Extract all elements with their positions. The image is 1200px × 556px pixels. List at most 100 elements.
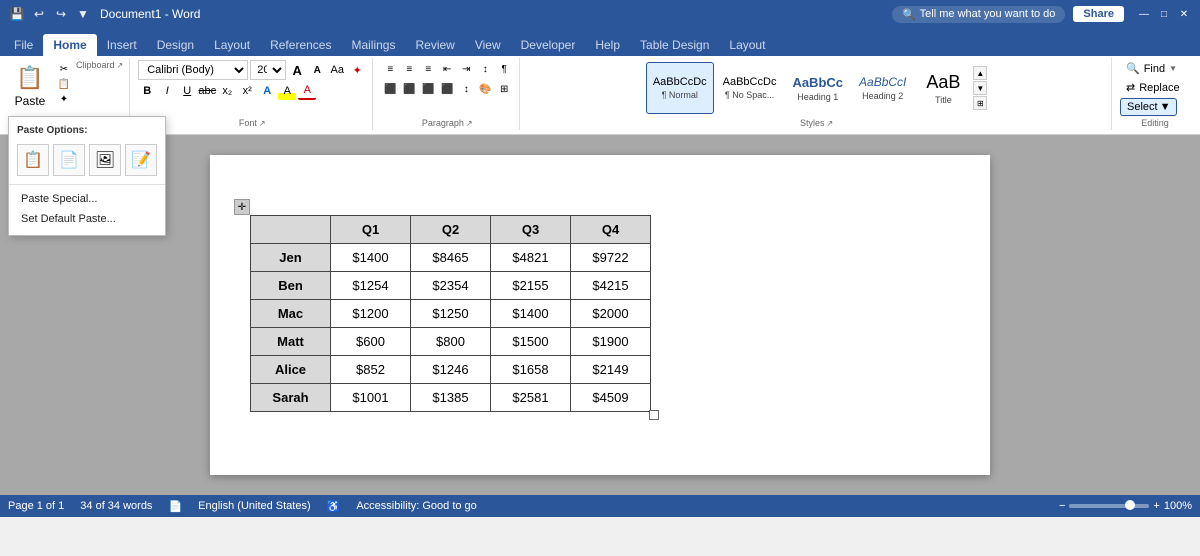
- zoom-slider[interactable]: [1069, 504, 1149, 508]
- style-title[interactable]: AaB Title: [915, 62, 971, 114]
- tab-help[interactable]: Help: [585, 34, 630, 56]
- document-area: ✛ Q1 Q2 Q3 Q4 Jen$1400$8465$4821$9722Ben…: [0, 135, 1200, 495]
- italic-button[interactable]: I: [158, 82, 176, 100]
- styles-expand[interactable]: ⊞: [973, 96, 987, 110]
- tab-file[interactable]: File: [4, 34, 43, 56]
- share-button[interactable]: Share: [1073, 6, 1124, 22]
- paste-option-merge[interactable]: 📄: [53, 144, 85, 176]
- show-marks-button[interactable]: ¶: [495, 60, 513, 78]
- font-color-button[interactable]: A: [298, 82, 316, 100]
- table-move-handle[interactable]: ✛: [234, 199, 250, 215]
- style-no-spacing[interactable]: AaBbCcDc ¶ No Spac...: [716, 62, 784, 114]
- table-cell-q2: $1385: [411, 384, 491, 412]
- numbering-button[interactable]: ≡: [400, 60, 418, 78]
- style-normal[interactable]: AaBbCcDc ¶ Normal: [646, 62, 714, 114]
- accessibility-status: Accessibility: Good to go: [356, 500, 476, 512]
- subscript-button[interactable]: x₂: [218, 82, 236, 100]
- font-size-select[interactable]: 20: [250, 60, 286, 80]
- tab-review[interactable]: Review: [405, 34, 464, 56]
- style-heading1[interactable]: AaBbCc Heading 1: [785, 62, 850, 114]
- find-button[interactable]: 🔍 Find ▼: [1120, 60, 1190, 77]
- tell-me-input[interactable]: 🔍 Tell me what you want to do: [892, 6, 1065, 23]
- tab-layout[interactable]: Layout: [204, 34, 260, 56]
- style-heading2[interactable]: AaBbCcI Heading 2: [852, 62, 913, 114]
- justify-button[interactable]: ⬛: [438, 80, 456, 98]
- word-count: 34 of 34 words: [80, 500, 152, 512]
- tab-view[interactable]: View: [465, 34, 511, 56]
- bold-button[interactable]: B: [138, 82, 156, 100]
- bullets-button[interactable]: ≡: [381, 60, 399, 78]
- align-right-button[interactable]: ⬛: [419, 80, 437, 98]
- paste-button[interactable]: 📋 Paste: [8, 60, 52, 110]
- tab-insert[interactable]: Insert: [97, 34, 147, 56]
- change-case-button[interactable]: Aa: [328, 61, 346, 79]
- paste-special-item[interactable]: Paste Special...: [9, 189, 165, 209]
- clear-format-button[interactable]: ✦: [348, 61, 366, 79]
- proofing-icon: 📄: [168, 500, 182, 513]
- font-expand[interactable]: ↗: [259, 119, 266, 128]
- clipboard-expand[interactable]: ↗: [117, 61, 124, 70]
- shading-button[interactable]: 🎨: [476, 80, 494, 98]
- table-cell-q1: $1400: [331, 244, 411, 272]
- strikethrough-button[interactable]: abc: [198, 82, 216, 100]
- replace-button[interactable]: ⇄ Replace: [1120, 79, 1190, 96]
- table-cell-name: Mac: [251, 300, 331, 328]
- paste-option-text-only[interactable]: 📝: [125, 144, 157, 176]
- borders-button[interactable]: ⊞: [495, 80, 513, 98]
- redo-button[interactable]: ↪: [52, 5, 70, 23]
- table-resize-handle[interactable]: [649, 410, 659, 420]
- paste-option-keep-source[interactable]: 📋: [17, 144, 49, 176]
- style-heading2-label: Heading 2: [862, 91, 903, 101]
- sort-button[interactable]: ↕: [476, 60, 494, 78]
- styles-scroll-up[interactable]: ▲: [973, 66, 987, 80]
- minimize-button[interactable]: —: [1136, 6, 1152, 22]
- decrease-indent-button[interactable]: ⇤: [438, 60, 456, 78]
- tab-table-design[interactable]: Table Design: [630, 34, 719, 56]
- shrink-font-button[interactable]: A: [308, 61, 326, 79]
- copy-button[interactable]: 📋: [54, 77, 74, 91]
- table-cell-q4: $9722: [571, 244, 651, 272]
- grow-font-button[interactable]: A: [288, 61, 306, 79]
- save-button[interactable]: 💾: [8, 5, 26, 23]
- style-heading1-label: Heading 1: [797, 92, 838, 102]
- multilevel-button[interactable]: ≡: [419, 60, 437, 78]
- text-effects-button[interactable]: A: [258, 82, 276, 100]
- increase-indent-button[interactable]: ⇥: [457, 60, 475, 78]
- close-button[interactable]: ✕: [1176, 6, 1192, 22]
- font-row-1: Calibri (Body) 20 A A Aa ✦: [138, 60, 366, 80]
- tab-home[interactable]: Home: [43, 34, 96, 56]
- table-cell-name: Matt: [251, 328, 331, 356]
- align-center-button[interactable]: ⬛: [400, 80, 418, 98]
- tab-design[interactable]: Design: [147, 34, 204, 56]
- zoom-in-button[interactable]: +: [1153, 500, 1159, 512]
- highlight-button[interactable]: A: [278, 82, 296, 100]
- select-button[interactable]: Select ▼: [1120, 98, 1177, 116]
- tab-mailings[interactable]: Mailings: [341, 34, 405, 56]
- qat-dropdown-button[interactable]: ▼: [74, 5, 92, 23]
- table-cell-q3: $2581: [491, 384, 571, 412]
- table-cell-q3: $1658: [491, 356, 571, 384]
- format-painter-button[interactable]: ✦: [54, 92, 74, 106]
- styles-scroll-down[interactable]: ▼: [973, 81, 987, 95]
- set-default-paste-item[interactable]: Set Default Paste...: [9, 209, 165, 229]
- paste-option-picture[interactable]: 🖼: [89, 144, 121, 176]
- zoom-out-button[interactable]: −: [1059, 500, 1065, 512]
- tab-table-layout[interactable]: Layout: [719, 34, 775, 56]
- maximize-button[interactable]: □: [1156, 6, 1172, 22]
- styles-gallery-container: AaBbCcDc ¶ Normal AaBbCcDc ¶ No Spac... …: [646, 60, 988, 116]
- cut-button[interactable]: ✂: [54, 62, 74, 76]
- font-name-select[interactable]: Calibri (Body): [138, 60, 248, 80]
- tab-developer[interactable]: Developer: [511, 34, 586, 56]
- underline-button[interactable]: U: [178, 82, 196, 100]
- align-left-button[interactable]: ⬛: [381, 80, 399, 98]
- tab-references[interactable]: References: [260, 34, 341, 56]
- page-count: Page 1 of 1: [8, 500, 64, 512]
- styles-expand-btn[interactable]: ↗: [827, 119, 834, 128]
- paste-options-title: Paste Options:: [9, 123, 165, 140]
- table-cell-q2: $1246: [411, 356, 491, 384]
- table-row: Alice$852$1246$1658$2149: [251, 356, 651, 384]
- line-spacing-button[interactable]: ↕: [457, 80, 475, 98]
- paragraph-expand[interactable]: ↗: [466, 119, 473, 128]
- undo-button[interactable]: ↩: [30, 5, 48, 23]
- superscript-button[interactable]: x²: [238, 82, 256, 100]
